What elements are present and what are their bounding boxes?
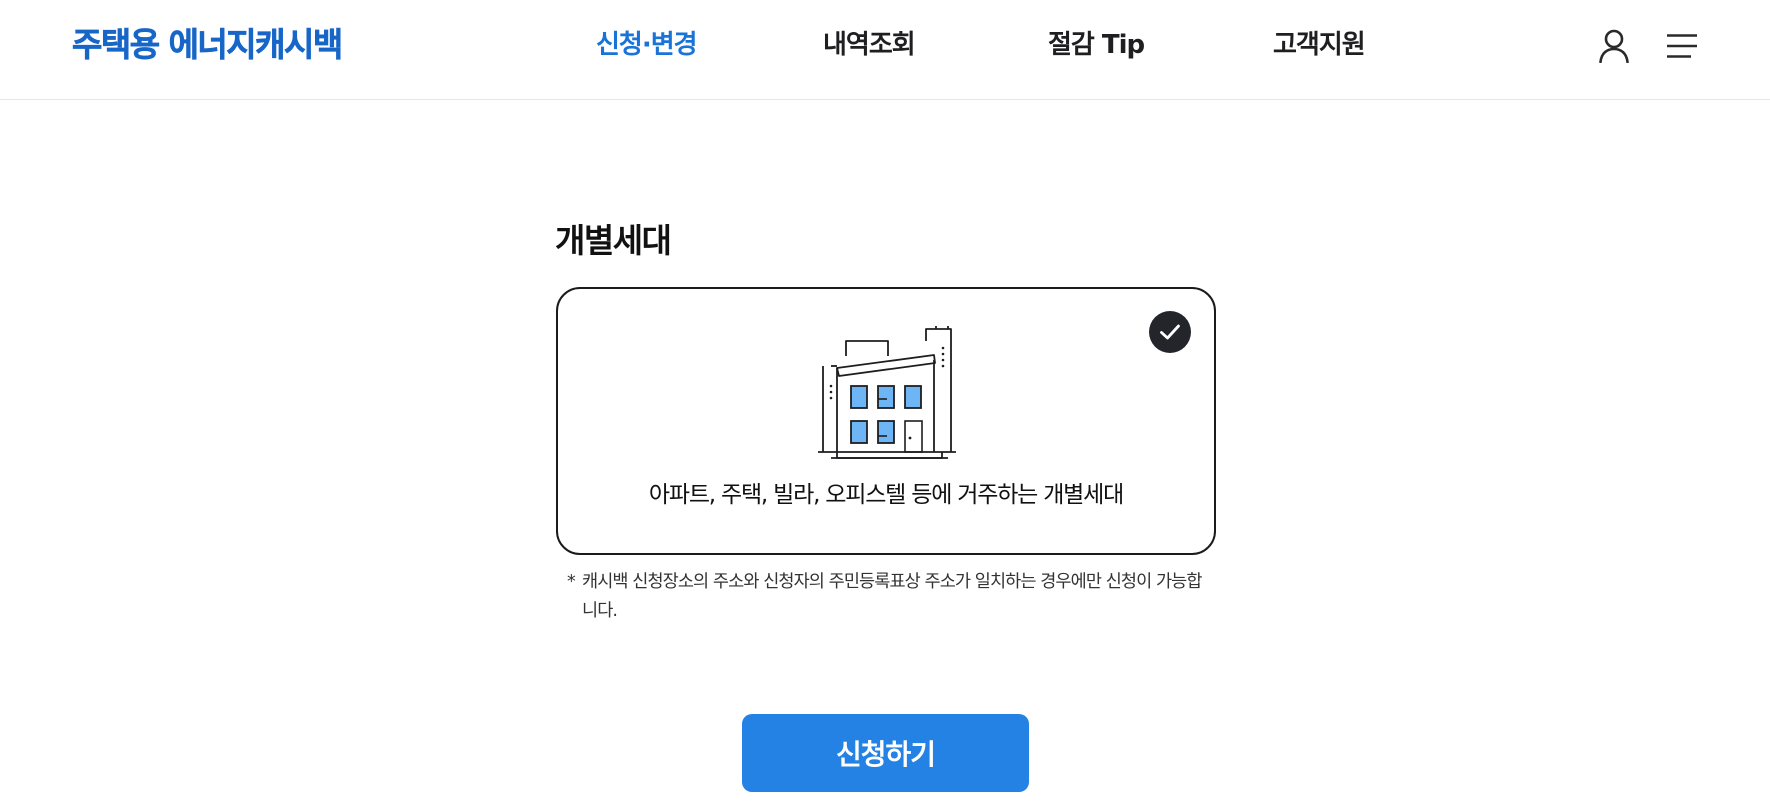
user-button[interactable]	[1592, 24, 1636, 68]
selected-check-badge	[1149, 311, 1191, 353]
apply-button[interactable]: 신청하기	[742, 714, 1029, 792]
card-description: 아파트, 주택, 빌라, 오피스텔 등에 거주하는 개별세대	[648, 482, 1124, 508]
household-type-card[interactable]: 아파트, 주택, 빌라, 오피스텔 등에 거주하는 개별세대	[556, 287, 1216, 555]
notice-text: * 캐시백 신청장소의 주소와 신청자의 주민등록표상 주소가 일치하는 경우에…	[567, 568, 1207, 626]
site-header: 주택용 에너지캐시백 신청·변경 내역조회 절감 Tip 고객지원	[0, 0, 1770, 100]
notice-mark: *	[567, 572, 576, 592]
menu-icon	[1667, 34, 1697, 58]
nav-item-saving-tips[interactable]: 절감 Tip	[1048, 24, 1145, 66]
nav-item-apply-change[interactable]: 신청·변경	[596, 24, 698, 66]
main-nav: 신청·변경 내역조회 절감 Tip 고객지원	[0, 24, 1770, 66]
building-icon	[818, 326, 956, 459]
user-icon	[1599, 29, 1629, 63]
nav-item-history[interactable]: 내역조회	[823, 24, 916, 66]
check-icon	[1160, 324, 1180, 340]
notice-body: 캐시백 신청장소의 주소와 신청자의 주민등록표상 주소가 일치하는 경우에만 …	[582, 572, 1202, 621]
menu-button[interactable]	[1660, 24, 1704, 68]
nav-item-support[interactable]: 고객지원	[1273, 24, 1366, 66]
section-title: 개별세대	[555, 221, 672, 260]
